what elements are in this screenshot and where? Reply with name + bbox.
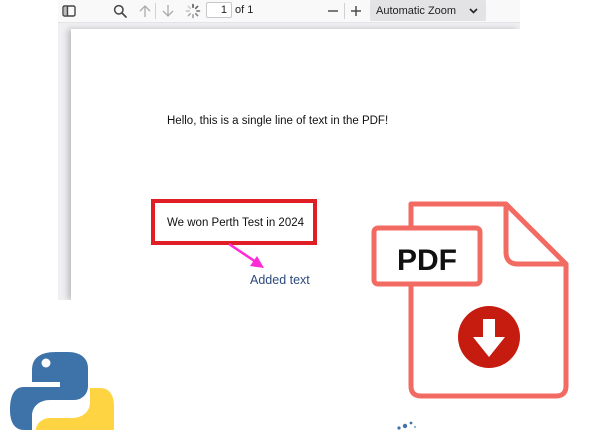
page-number-input[interactable]: 1: [206, 2, 232, 18]
arrow-down-icon[interactable]: [159, 0, 177, 22]
pdf-text-line: Hello, this is a single line of text in …: [167, 115, 389, 127]
chevron-down-icon: [469, 5, 478, 17]
toolbar-separator: [344, 3, 345, 19]
viewer-toolbar: 1 of 1 Automatic Zoom: [58, 0, 520, 23]
python-logo-icon: [10, 352, 114, 430]
zoom-select[interactable]: Automatic Zoom: [370, 0, 486, 21]
page-total-label: of 1: [235, 4, 254, 16]
added-text-label: Added text: [250, 273, 310, 287]
search-icon[interactable]: [110, 0, 130, 22]
arrow-up-icon[interactable]: [136, 0, 154, 22]
sidebar-toggle-icon[interactable]: [60, 0, 78, 22]
pdf-icon-label: PDF: [397, 244, 457, 277]
decorative-dots-icon: [397, 421, 417, 430]
zoom-select-value: Automatic Zoom: [376, 4, 457, 17]
plus-icon[interactable]: [347, 0, 365, 22]
toolbar-separator: [155, 3, 156, 19]
added-pdf-text-line: We won Perth Test in 2024: [167, 217, 305, 229]
pdf-download-icon: PDF: [371, 201, 569, 399]
spinner-icon: [182, 0, 204, 22]
minus-icon[interactable]: [324, 0, 342, 22]
